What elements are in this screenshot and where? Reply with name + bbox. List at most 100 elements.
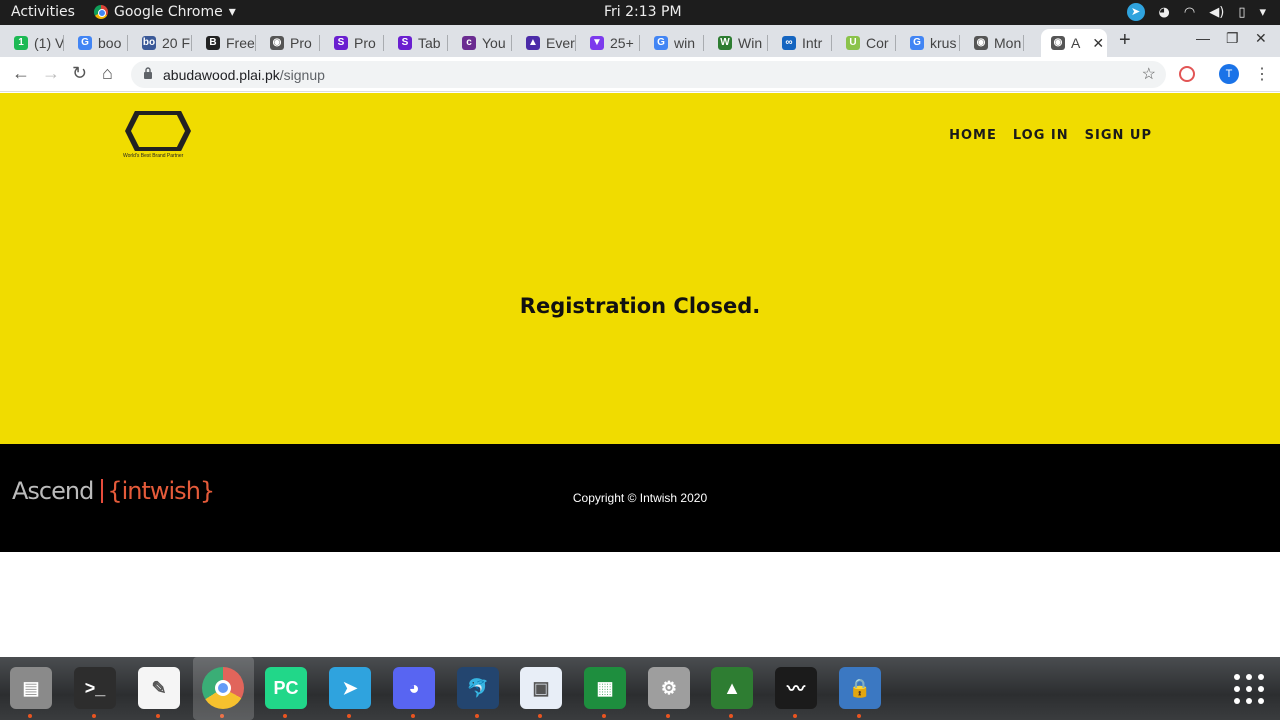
abudawood-logo[interactable]: World's Best Brand Partner — [123, 111, 197, 161]
minimize-icon[interactable]: — — [1196, 30, 1210, 46]
tab-favicon-icon: ◉ — [974, 36, 988, 50]
address-bar[interactable]: abudawood.plai.pk/signup ☆ — [131, 61, 1166, 88]
chevron-down-icon[interactable]: ▾ — [1259, 5, 1266, 20]
dock-glyph: ▲ — [723, 677, 741, 698]
tab-4[interactable]: ◉ Pro — [256, 29, 320, 57]
nav-login-link[interactable]: LOG IN — [1013, 128, 1069, 143]
show-applications-icon[interactable] — [1234, 674, 1264, 704]
tab-label: Pro — [290, 35, 312, 51]
new-tab-button[interactable]: + — [1119, 29, 1131, 52]
rocket-launcher-dock-icon[interactable]: ▲ — [711, 667, 753, 718]
app-menu[interactable]: Google Chrome ▾ — [94, 4, 236, 20]
tab-8[interactable]: ▲ Ever — [512, 29, 576, 57]
tab-3[interactable]: B Free — [192, 29, 256, 57]
forward-arrow-icon[interactable]: → — [42, 63, 60, 84]
tab-label: 25+ — [610, 35, 634, 51]
close-tab-icon[interactable]: ✕ — [1092, 35, 1104, 52]
running-indicator — [156, 714, 160, 718]
running-indicator — [475, 714, 479, 718]
footer: Ascend {intwish} Copyright © Intwish 202… — [0, 444, 1280, 552]
nav-signup-link[interactable]: SIGN UP — [1085, 128, 1152, 143]
tab-10[interactable]: Gwin — [640, 29, 704, 57]
tab-6[interactable]: S Tab — [384, 29, 448, 57]
tab-15[interactable]: ◉ Mon — [960, 29, 1024, 57]
reload-icon[interactable]: ↻ — [72, 63, 87, 84]
tab-favicon-icon: G — [78, 36, 92, 50]
tab-favicon-icon: ∞ — [782, 36, 796, 50]
extension-icon[interactable] — [1179, 66, 1195, 82]
running-indicator — [602, 714, 606, 718]
home-icon[interactable]: ⌂ — [102, 63, 113, 84]
settings-dock-icon[interactable]: ⚙ — [648, 667, 690, 718]
tab-favicon-icon: c — [462, 36, 476, 50]
battery-icon[interactable]: ▯ — [1238, 5, 1245, 20]
dock-glyph: 🐬 — [466, 677, 490, 698]
files-dock-icon[interactable]: ▤ — [10, 667, 52, 718]
logo-badge — [125, 111, 191, 151]
dock: ▤ >_ ✎ PC ➤ ◕ 🐬 ▣ ▦ ⚙ ▲ 〰 🔒 — [0, 657, 1280, 720]
tab-7[interactable]: c You — [448, 29, 512, 57]
tab-9[interactable]: ▼ 25+ — [576, 29, 640, 57]
tab-11[interactable]: W Win — [704, 29, 768, 57]
running-indicator — [538, 714, 542, 718]
clock[interactable]: Fri 2:13 PM — [604, 4, 682, 20]
tab-label: (1) V — [34, 35, 64, 51]
mysql-workbench-dock-icon[interactable]: 🐬 — [457, 667, 499, 718]
tab-0[interactable]: 1 (1) V — [0, 29, 64, 57]
chrome-icon — [94, 5, 108, 19]
telegram-tray-icon[interactable]: ➤ — [1126, 3, 1145, 21]
terminal-dock-icon[interactable]: >_ — [74, 667, 116, 718]
tab-label: boo — [98, 35, 122, 51]
discord-tray-icon[interactable]: ◕ — [1159, 5, 1170, 20]
tab-label: win — [674, 35, 696, 51]
text-editor-dock-icon[interactable]: ✎ — [138, 667, 180, 718]
discord-dock-icon[interactable]: ◕ — [393, 667, 435, 718]
registration-closed-message: Registration Closed. — [519, 294, 761, 318]
tab-favicon-icon: ▲ — [526, 36, 540, 50]
running-indicator — [793, 714, 797, 718]
nav-home-link[interactable]: HOME — [949, 128, 997, 143]
tab-favicon-icon: bo — [142, 36, 156, 50]
vpn-lock-dock-icon[interactable]: 🔒 — [839, 667, 881, 718]
telegram-dock-icon[interactable]: ➤ — [329, 667, 371, 718]
running-indicator — [28, 714, 32, 718]
tab-13[interactable]: U Cor — [832, 29, 896, 57]
tab-label: Ever — [546, 35, 575, 51]
wifi-icon[interactable]: ◠ — [1184, 5, 1195, 20]
close-window-icon[interactable]: ✕ — [1255, 30, 1267, 47]
dock-active-highlight — [193, 657, 254, 720]
restore-icon[interactable]: ❐ — [1226, 30, 1239, 47]
tab-label: You — [482, 35, 506, 51]
dock-glyph: ▦ — [596, 677, 614, 698]
tab-favicon-icon: ◉ — [1051, 36, 1065, 50]
tab-favicon-icon: ◉ — [270, 36, 284, 50]
lock-icon — [144, 67, 152, 79]
system-monitor-dock-icon[interactable]: 〰 — [775, 667, 817, 718]
tab-favicon-icon: S — [334, 36, 348, 50]
dock-glyph: 🔒 — [848, 677, 872, 698]
running-indicator — [283, 714, 287, 718]
tab-favicon-icon: G — [654, 36, 668, 50]
system-tray[interactable]: ➤ ◕ ◠ ◀) ▯ ▾ — [1126, 3, 1266, 21]
tab-label: Intr — [802, 35, 823, 51]
chrome-menu-icon[interactable]: ⋮ — [1254, 64, 1270, 84]
tab-5[interactable]: S Pro — [320, 29, 384, 57]
tab-1[interactable]: Gboo — [64, 29, 128, 57]
dock-glyph: ➤ — [342, 677, 358, 698]
url-text: abudawood.plai.pk/signup — [163, 67, 325, 83]
tab-12[interactable]: ∞ Intr — [768, 29, 832, 57]
volume-icon[interactable]: ◀) — [1209, 5, 1224, 20]
browser-toolbar: ← → ↻ ⌂ abudawood.plai.pk/signup ☆ — [0, 57, 1280, 92]
tab-favicon-icon: G — [910, 36, 924, 50]
spreadsheet-dock-icon[interactable]: ▦ — [584, 667, 626, 718]
back-arrow-icon[interactable]: ← — [12, 63, 30, 84]
image-viewer-dock-icon[interactable]: ▣ — [520, 667, 562, 718]
dock-glyph: >_ — [84, 677, 106, 698]
activities-button[interactable]: Activities — [11, 4, 75, 20]
tab-2[interactable]: bo 20 F — [128, 29, 192, 57]
tab-16[interactable]: ◉ A ✕ — [1041, 29, 1107, 57]
pycharm-dock-icon[interactable]: PC — [265, 667, 307, 718]
tab-14[interactable]: Gkrus — [896, 29, 960, 57]
bookmark-star-icon[interactable]: ☆ — [1142, 64, 1156, 84]
profile-avatar[interactable]: T — [1219, 64, 1239, 84]
